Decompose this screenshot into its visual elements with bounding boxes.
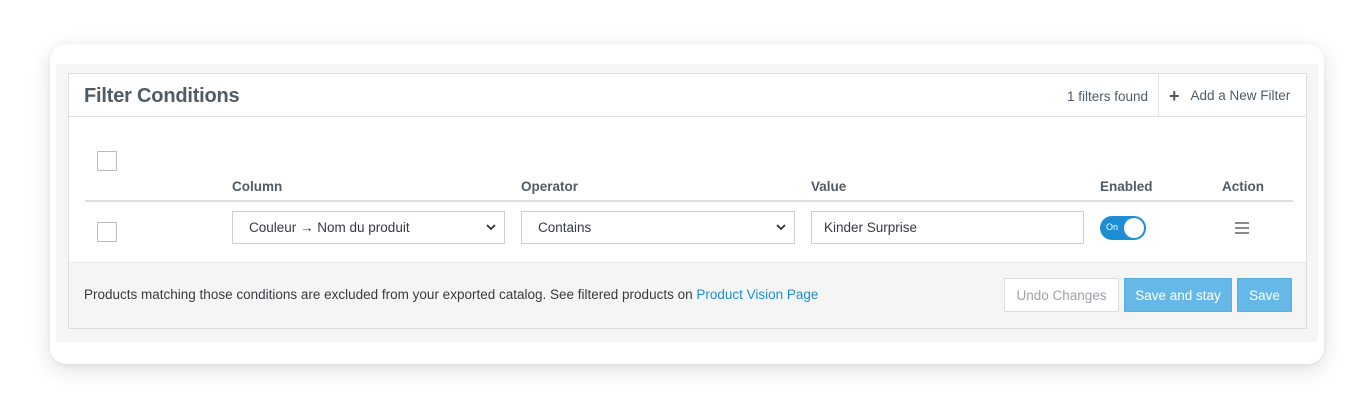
enabled-toggle[interactable]: On <box>1100 216 1146 240</box>
add-new-filter-button[interactable]: + Add a New Filter <box>1158 74 1306 117</box>
column-select[interactable]: Couleur → Nom du produit <box>232 211 505 244</box>
menu-icon[interactable] <box>1235 222 1249 234</box>
table-row: Couleur → Nom du produit Contains Kinder… <box>85 202 1293 258</box>
save-and-stay-button[interactable]: Save and stay <box>1124 278 1232 312</box>
product-vision-link[interactable]: Product Vision Page <box>696 287 818 302</box>
panel-header: Filter Conditions 1 filters found + Add … <box>69 74 1306 117</box>
row-checkbox[interactable] <box>97 222 117 242</box>
toggle-knob <box>1124 218 1144 238</box>
value-header: Value <box>811 179 847 194</box>
select-all-checkbox[interactable] <box>97 151 117 171</box>
plus-icon: + <box>1169 85 1180 106</box>
outer-card: Filter Conditions 1 filters found + Add … <box>50 44 1324 364</box>
filters-table: Column Operator Value Enabled Action Cou… <box>85 134 1293 258</box>
filters-count: 1 filters found <box>1066 89 1148 104</box>
save-button[interactable]: Save <box>1237 278 1292 312</box>
panel-footer: Products matching those conditions are e… <box>69 262 1306 328</box>
toggle-label: On <box>1106 222 1119 232</box>
footer-note-text: Products matching those conditions are e… <box>84 287 697 302</box>
value-input[interactable]: Kinder Surprise <box>811 211 1084 244</box>
column-select-value: Couleur → Nom du produit <box>249 220 410 235</box>
action-header: Action <box>1222 179 1264 194</box>
add-new-filter-label: Add a New Filter <box>1190 88 1291 103</box>
footer-note: Products matching those conditions are e… <box>84 287 818 302</box>
column-header: Column <box>232 179 283 194</box>
enabled-header: Enabled <box>1100 179 1153 194</box>
chevron-down-icon <box>486 224 496 231</box>
undo-changes-button[interactable]: Undo Changes <box>1004 278 1119 312</box>
operator-select-value: Contains <box>538 220 592 235</box>
table-header-row: Column Operator Value Enabled Action <box>85 134 1293 202</box>
chevron-down-icon <box>776 224 786 231</box>
content-wrapper: Filter Conditions 1 filters found + Add … <box>56 64 1318 342</box>
value-input-text: Kinder Surprise <box>824 220 918 235</box>
operator-select[interactable]: Contains <box>521 211 795 244</box>
panel-title: Filter Conditions <box>84 85 240 107</box>
filter-conditions-panel: Filter Conditions 1 filters found + Add … <box>68 73 1307 329</box>
operator-header: Operator <box>521 179 579 194</box>
